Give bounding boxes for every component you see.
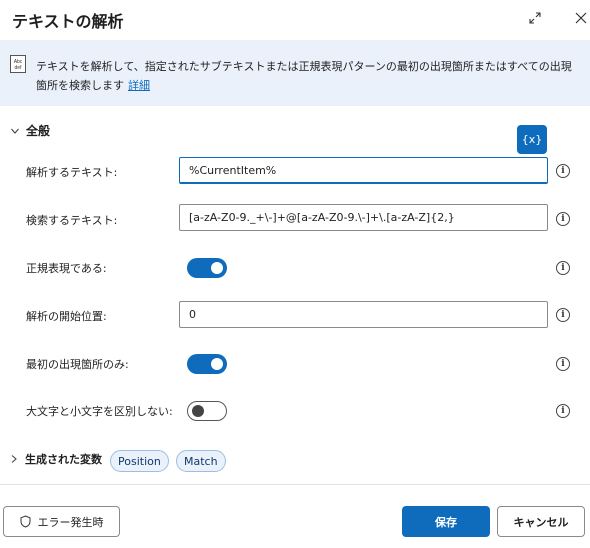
help-icon[interactable]: i bbox=[556, 308, 570, 322]
footer-divider bbox=[0, 484, 590, 485]
expand-icon bbox=[529, 12, 541, 24]
svg-text:def: def bbox=[15, 65, 23, 71]
cancel-button[interactable]: キャンセル bbox=[497, 506, 585, 537]
help-icon[interactable]: i bbox=[556, 357, 570, 371]
expand-button[interactable] bbox=[523, 6, 547, 30]
help-icon[interactable]: i bbox=[556, 212, 570, 226]
text-parse-icon: Abc def bbox=[10, 55, 26, 73]
ignore-case-label: 大文字と小文字を区別しない: bbox=[26, 405, 173, 418]
variables-title: 生成された変数 bbox=[25, 453, 102, 466]
is-regex-label: 正規表現である: bbox=[26, 262, 107, 275]
first-only-toggle[interactable] bbox=[187, 354, 227, 374]
toggle-knob bbox=[192, 405, 204, 417]
help-icon[interactable]: i bbox=[556, 404, 570, 418]
info-text: テキストを解析して、指定されたサブテキストまたは正規表現パターンの最初の出現箇所… bbox=[36, 60, 572, 92]
close-button[interactable] bbox=[569, 6, 590, 30]
dialog-title: テキストの解析 bbox=[12, 12, 124, 31]
help-icon[interactable]: i bbox=[556, 261, 570, 275]
dialog-header: テキストの解析 bbox=[0, 0, 590, 40]
chevron-down-icon bbox=[11, 128, 19, 134]
start-position-label: 解析の開始位置: bbox=[26, 310, 107, 323]
variable-chip-position[interactable]: Position bbox=[110, 450, 169, 472]
shield-icon bbox=[20, 515, 30, 528]
toggle-knob bbox=[211, 358, 223, 370]
text-to-find-label: 検索するテキスト: bbox=[26, 214, 118, 227]
section-title: 全般 bbox=[26, 124, 51, 138]
text-to-parse-label: 解析するテキスト: bbox=[26, 166, 118, 179]
help-icon[interactable]: i bbox=[556, 164, 570, 178]
variables-section-toggle[interactable]: 生成された変数 bbox=[10, 451, 102, 467]
details-link[interactable]: 詳細 bbox=[128, 79, 150, 92]
toggle-knob bbox=[211, 262, 223, 274]
ignore-case-toggle[interactable] bbox=[187, 401, 227, 421]
general-section-toggle[interactable]: 全般 bbox=[10, 122, 50, 139]
first-only-label: 最初の出現箇所のみ: bbox=[26, 358, 129, 371]
variable-chip-match[interactable]: Match bbox=[176, 450, 226, 472]
on-error-label: エラー発生時 bbox=[37, 515, 104, 529]
start-position-input[interactable]: 0 bbox=[179, 301, 548, 328]
close-icon bbox=[575, 12, 587, 24]
variable-picker-button[interactable]: {x} bbox=[517, 125, 547, 154]
on-error-button[interactable]: エラー発生時 bbox=[3, 506, 120, 537]
save-button[interactable]: 保存 bbox=[402, 506, 490, 537]
chevron-right-icon bbox=[11, 455, 17, 463]
info-description: テキストを解析して、指定されたサブテキストまたは正規表現パターンの最初の出現箇所… bbox=[36, 57, 581, 95]
is-regex-toggle[interactable] bbox=[187, 258, 227, 278]
text-to-parse-input[interactable]: %CurrentItem% bbox=[179, 157, 548, 184]
text-to-find-input[interactable]: [a-zA-Z0-9._+\-]+@[a-zA-Z0-9.\-]+\.[a-zA… bbox=[179, 204, 548, 231]
